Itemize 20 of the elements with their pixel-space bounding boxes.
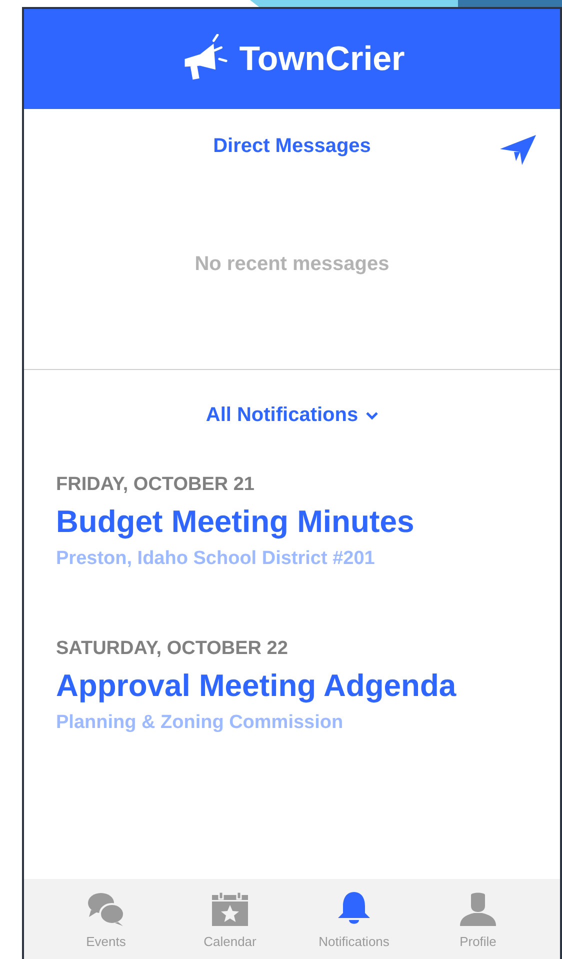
empty-message: No recent messages [194, 253, 390, 276]
tab[interactable]: Profile [416, 879, 540, 959]
notification-date: FRIDAY, OCTOBER 21 [56, 474, 254, 496]
app-name: TownCrier [239, 40, 405, 78]
chevron-down-icon [366, 412, 378, 420]
notification-source: Planning & Zoning Commission [56, 712, 344, 734]
tab[interactable]: Calendar [168, 879, 292, 959]
paper-plane-icon[interactable] [500, 135, 536, 165]
bell-icon [336, 892, 372, 926]
chat-bubbles-icon [88, 892, 124, 926]
notification-title[interactable]: Budget Meeting Minutes [56, 504, 414, 540]
filter-dropdown[interactable]: All Notifications [206, 404, 378, 427]
tab[interactable]: Events [44, 879, 168, 959]
notification-source: Preston, Idaho School District #201 [56, 548, 375, 570]
notification-title[interactable]: Approval Meeting Adgenda [56, 668, 456, 704]
calendar-icon [212, 892, 248, 926]
person-icon [460, 892, 496, 926]
section-title: Direct Messages [213, 135, 371, 158]
notification-date: SATURDAY, OCTOBER 22 [56, 638, 288, 660]
tab[interactable]: Notifications [292, 879, 416, 959]
